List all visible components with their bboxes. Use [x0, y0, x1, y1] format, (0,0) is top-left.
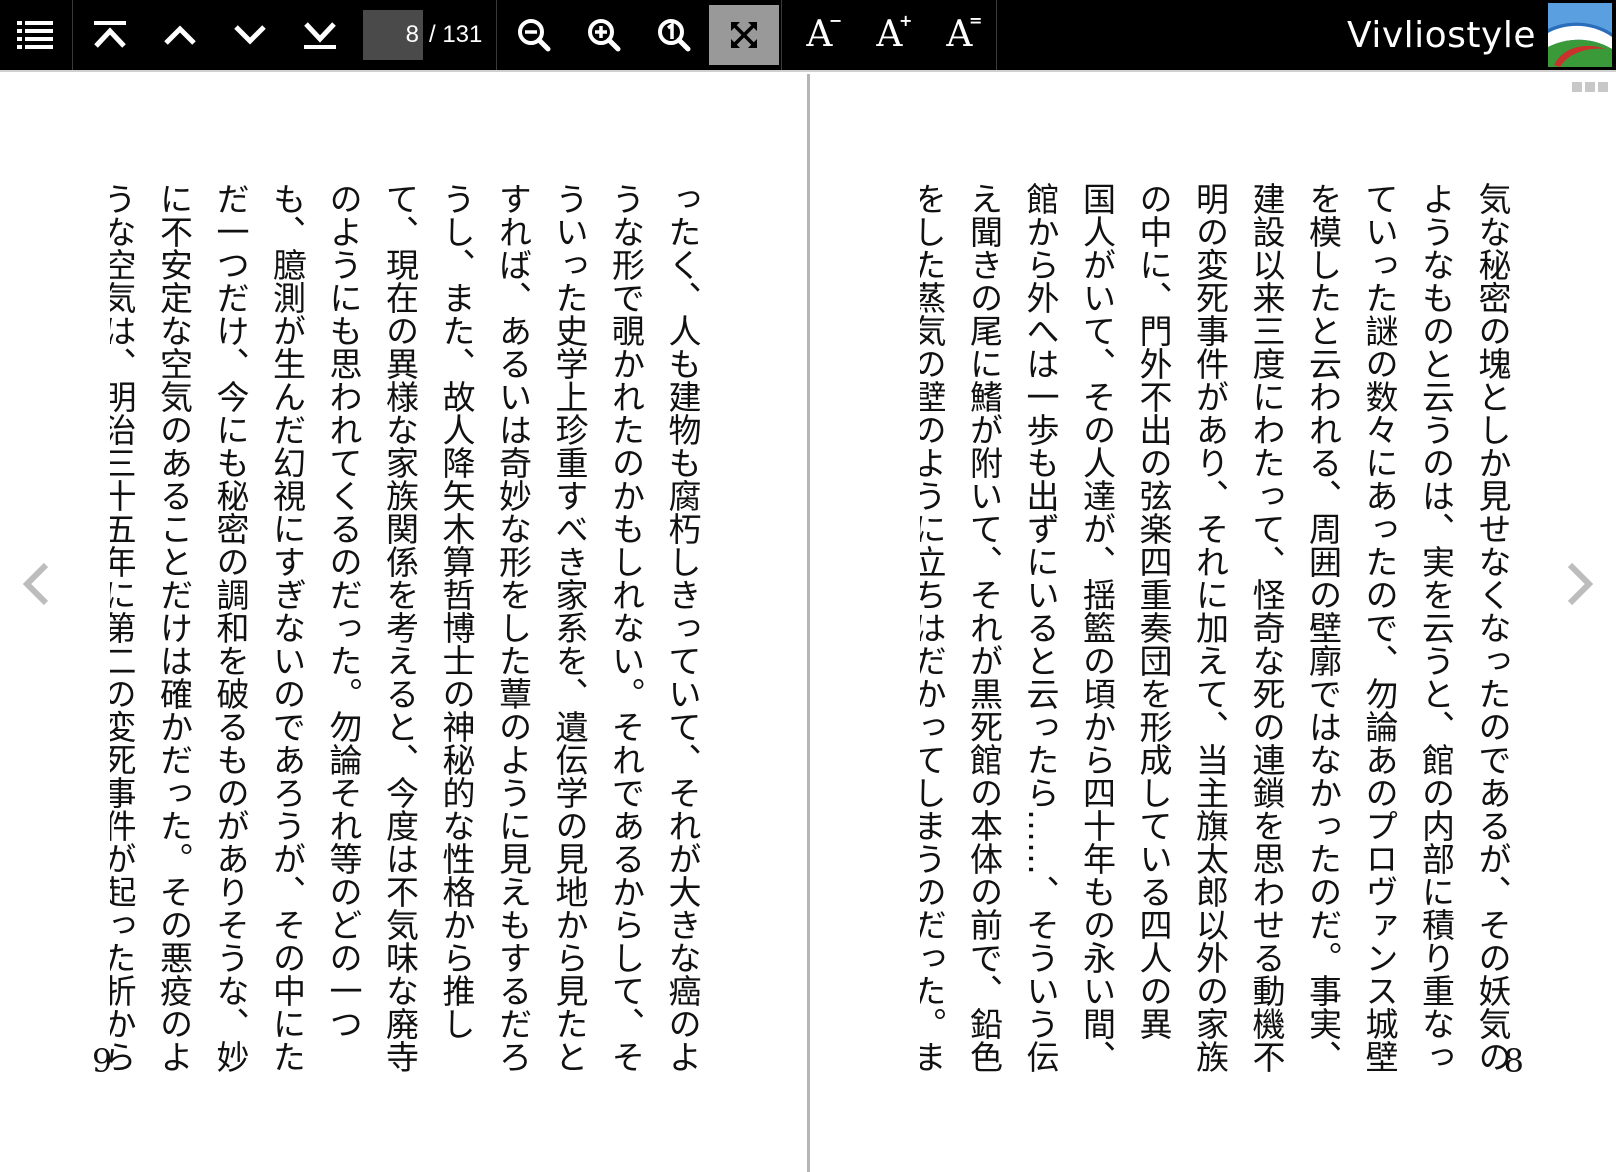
font-decrease-mark: −	[828, 11, 843, 30]
previous-page-button[interactable]	[145, 0, 215, 70]
zoom-actual-size-button[interactable]	[639, 0, 709, 70]
toolbar-divider	[996, 0, 998, 70]
toolbar-divider	[72, 0, 73, 70]
font-size-reset-button[interactable]: A =	[924, 0, 994, 70]
page-total-label: / 131	[429, 21, 483, 48]
font-reset-mark: =	[968, 11, 983, 30]
page-indicator: / 131	[355, 0, 494, 70]
brand: Vivliostyle	[1347, 0, 1616, 70]
font-increase-icon: A +	[876, 13, 912, 53]
toolbar-divider	[496, 0, 498, 70]
zoom-out-icon	[518, 19, 551, 52]
chevron-left-icon	[22, 562, 49, 606]
last-page-icon	[304, 22, 336, 49]
font-increase-mark: +	[898, 11, 913, 30]
vivliostyle-logo	[1548, 3, 1612, 67]
brand-name: Vivliostyle	[1347, 14, 1536, 56]
zoom-in-button[interactable]	[569, 0, 639, 70]
zoom-actual-size-icon	[658, 19, 691, 52]
page-number-input[interactable]	[363, 10, 423, 60]
previous-spread-button[interactable]	[16, 554, 56, 614]
next-page-button[interactable]	[215, 0, 285, 70]
list-icon	[17, 21, 53, 49]
last-page-button[interactable]	[285, 0, 355, 70]
left-page-number: 9	[92, 1042, 113, 1080]
next-spread-button[interactable]	[1560, 554, 1600, 614]
font-decrease-icon: A −	[806, 13, 842, 53]
fit-to-screen-button[interactable]	[709, 5, 780, 65]
first-page-button[interactable]	[75, 0, 145, 70]
right-page: 気な秘密の塊としか見せなくなったのであるが、その妖気の ようなものと云うのは、実…	[810, 74, 1616, 1172]
left-page-text: ったく、人も建物も腐朽しきっていて、それが大きな癌のよ うな形で覗かれたのかもし…	[110, 182, 702, 1073]
zoom-in-icon	[588, 19, 621, 52]
chevron-down-icon	[234, 25, 266, 45]
toolbar-divider	[781, 0, 783, 70]
font-size-increase-button[interactable]: A +	[854, 0, 924, 70]
font-size-decrease-button[interactable]: A −	[784, 0, 854, 70]
font-reset-icon: A =	[946, 13, 982, 53]
fit-to-screen-icon	[731, 22, 758, 48]
left-page: ったく、人も建物も腐朽しきっていて、それが大きな癌のよ うな形で覗かれたのかもし…	[0, 74, 807, 1172]
right-page-number: 8	[1503, 1042, 1524, 1080]
viewer-toolbar: / 131	[0, 0, 1616, 72]
zoom-out-button[interactable]	[499, 0, 569, 70]
right-page-text: 気な秘密の塊としか見せなくなったのであるが、その妖気の ようなものと云うのは、実…	[920, 182, 1512, 1073]
chevron-up-icon	[164, 25, 196, 45]
chevron-right-icon	[1567, 562, 1594, 606]
first-page-icon	[94, 21, 126, 48]
toc-button[interactable]	[0, 0, 70, 70]
reader-viewport: ったく、人も建物も腐朽しきっていて、それが大きな癌のよ うな形で覗かれたのかもし…	[0, 74, 1616, 1172]
